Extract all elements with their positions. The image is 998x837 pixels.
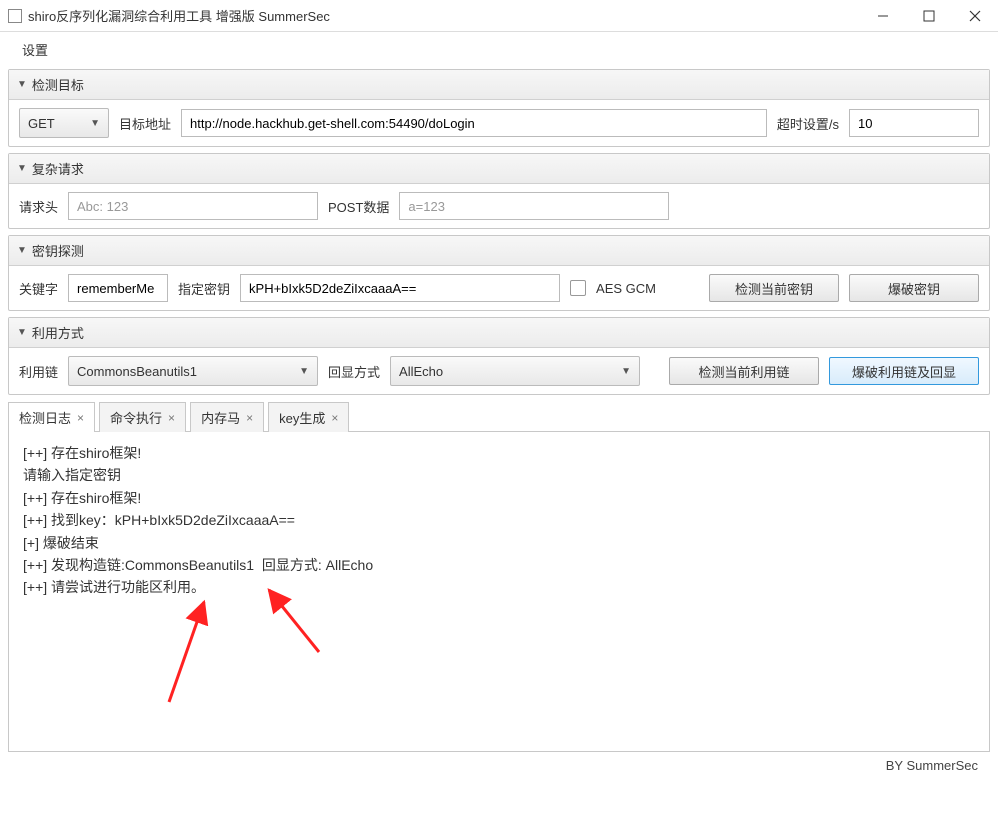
close-icon[interactable]: × bbox=[77, 411, 84, 425]
panel-key-title: 密钥探测 bbox=[32, 241, 84, 260]
header-label: 请求头 bbox=[19, 197, 58, 216]
log-output[interactable]: [++] 存在shiro框架! 请输入指定密钥 [++] 存在shiro框架! … bbox=[8, 432, 990, 752]
collapse-icon: ▼ bbox=[17, 327, 27, 338]
log-line: [++] 存在shiro框架! bbox=[23, 487, 975, 509]
chevron-down-icon: ▼ bbox=[279, 366, 309, 377]
annotation-arrows bbox=[149, 582, 349, 742]
minimize-button[interactable] bbox=[860, 0, 906, 32]
chevron-down-icon: ▼ bbox=[70, 118, 100, 129]
tab-log[interactable]: 检测日志 × bbox=[8, 402, 95, 432]
brute-chain-button[interactable]: 爆破利用链及回显 bbox=[829, 357, 979, 385]
tab-command[interactable]: 命令执行 × bbox=[99, 402, 186, 432]
chevron-down-icon: ▼ bbox=[601, 366, 631, 377]
maximize-icon bbox=[923, 10, 935, 22]
minimize-icon bbox=[877, 10, 889, 22]
window-title: shiro反序列化漏洞综合利用工具 增强版 SummerSec bbox=[28, 6, 860, 25]
specify-key-label: 指定密钥 bbox=[178, 279, 230, 298]
collapse-icon: ▼ bbox=[17, 163, 27, 174]
url-input[interactable] bbox=[181, 109, 767, 137]
keyword-input[interactable] bbox=[68, 274, 168, 302]
keyword-label: 关键字 bbox=[19, 279, 58, 298]
log-line: [+] 爆破结束 bbox=[23, 532, 975, 554]
tab-memshell-label: 内存马 bbox=[201, 408, 240, 427]
panel-exploit-title: 利用方式 bbox=[32, 323, 84, 342]
app-icon bbox=[8, 9, 22, 23]
panel-complex-header[interactable]: ▼ 复杂请求 bbox=[9, 154, 989, 184]
maximize-button[interactable] bbox=[906, 0, 952, 32]
close-icon[interactable]: × bbox=[246, 411, 253, 425]
method-select[interactable]: GET ▼ bbox=[19, 108, 109, 138]
aes-gcm-checkbox[interactable] bbox=[570, 280, 586, 296]
chain-select[interactable]: CommonsBeanutils1 ▼ bbox=[68, 356, 318, 386]
log-line: [++] 找到key：kPH+bIxk5D2deZiIxcaaaA== bbox=[23, 509, 975, 531]
panel-complex: ▼ 复杂请求 请求头 POST数据 bbox=[8, 153, 990, 229]
close-icon[interactable]: × bbox=[168, 411, 175, 425]
timeout-input[interactable] bbox=[849, 109, 979, 137]
echo-value: AllEcho bbox=[399, 364, 443, 379]
tab-bar: 检测日志 × 命令执行 × 内存马 × key生成 × bbox=[8, 401, 990, 432]
header-input[interactable] bbox=[68, 192, 318, 220]
log-line: [++] 发现构造链:CommonsBeanutils1 回显方式: AllEc… bbox=[23, 554, 975, 576]
check-chain-button[interactable]: 检测当前利用链 bbox=[669, 357, 819, 385]
panel-target: ▼ 检测目标 GET ▼ 目标地址 超时设置/s bbox=[8, 69, 990, 147]
check-key-button[interactable]: 检测当前密钥 bbox=[709, 274, 839, 302]
footer: BY SummerSec bbox=[8, 752, 990, 779]
tab-keygen-label: key生成 bbox=[279, 408, 325, 427]
collapse-icon: ▼ bbox=[17, 79, 27, 90]
panel-exploit: ▼ 利用方式 利用链 CommonsBeanutils1 ▼ 回显方式 AllE… bbox=[8, 317, 990, 395]
panel-key: ▼ 密钥探测 关键字 指定密钥 AES GCM 检测当前密钥 爆破密钥 bbox=[8, 235, 990, 311]
echo-label: 回显方式 bbox=[328, 362, 380, 381]
panel-complex-title: 复杂请求 bbox=[32, 159, 84, 178]
tab-log-label: 检测日志 bbox=[19, 408, 71, 427]
log-line: 请输入指定密钥 bbox=[23, 464, 975, 486]
log-line: [++] 存在shiro框架! bbox=[23, 442, 975, 464]
close-button[interactable] bbox=[952, 0, 998, 32]
panel-exploit-header[interactable]: ▼ 利用方式 bbox=[9, 318, 989, 348]
chain-value: CommonsBeanutils1 bbox=[77, 364, 197, 379]
post-label: POST数据 bbox=[328, 197, 389, 216]
panel-key-header[interactable]: ▼ 密钥探测 bbox=[9, 236, 989, 266]
specify-key-input[interactable] bbox=[240, 274, 560, 302]
brute-key-button[interactable]: 爆破密钥 bbox=[849, 274, 979, 302]
panel-target-title: 检测目标 bbox=[32, 75, 84, 94]
method-value: GET bbox=[28, 116, 55, 131]
collapse-icon: ▼ bbox=[17, 245, 27, 256]
echo-select[interactable]: AllEcho ▼ bbox=[390, 356, 640, 386]
chain-label: 利用链 bbox=[19, 362, 58, 381]
aes-gcm-label: AES GCM bbox=[596, 281, 656, 296]
menu-settings[interactable]: 设置 bbox=[12, 39, 58, 62]
tab-command-label: 命令执行 bbox=[110, 408, 162, 427]
tab-keygen[interactable]: key生成 × bbox=[268, 402, 349, 432]
close-icon bbox=[969, 10, 981, 22]
panel-target-header[interactable]: ▼ 检测目标 bbox=[9, 70, 989, 100]
close-icon[interactable]: × bbox=[331, 411, 338, 425]
log-line: [++] 请尝试进行功能区利用。 bbox=[23, 576, 975, 598]
post-input[interactable] bbox=[399, 192, 669, 220]
titlebar: shiro反序列化漏洞综合利用工具 增强版 SummerSec bbox=[0, 0, 998, 32]
url-label: 目标地址 bbox=[119, 114, 171, 133]
timeout-label: 超时设置/s bbox=[777, 114, 839, 133]
tab-memshell[interactable]: 内存马 × bbox=[190, 402, 264, 432]
menubar: 设置 bbox=[0, 32, 998, 69]
